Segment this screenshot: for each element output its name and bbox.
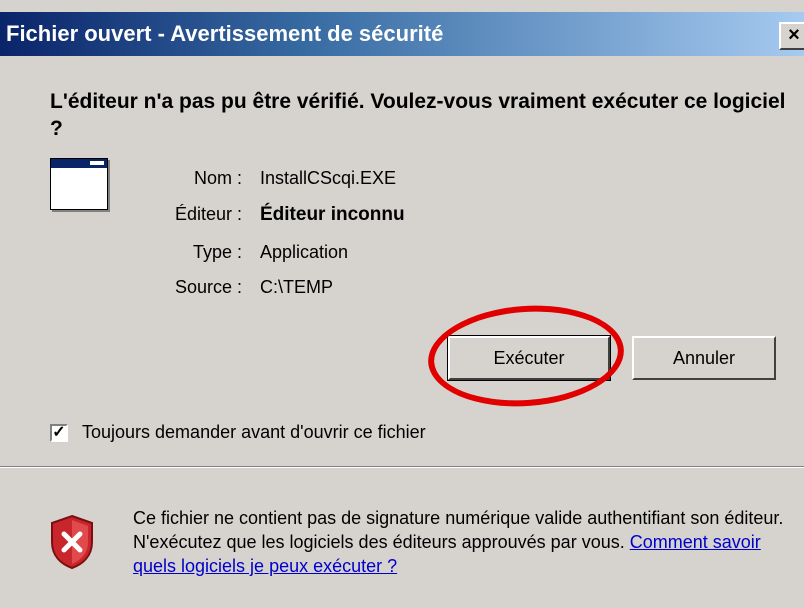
source-label: Source : bbox=[174, 277, 242, 297]
run-button[interactable]: Exécuter bbox=[447, 335, 611, 381]
type-value: Application bbox=[260, 242, 349, 262]
publisher-value: Éditeur inconnu bbox=[260, 204, 405, 225]
publisher-label: Éditeur : bbox=[174, 204, 242, 224]
publisher-row: Éditeur : Éditeur inconnu bbox=[0, 204, 460, 232]
type-label: Type : bbox=[192, 242, 242, 262]
cancel-button[interactable]: Annuler bbox=[632, 336, 776, 380]
title-bar: Fichier ouvert - Avertissement de sécuri… bbox=[0, 12, 804, 56]
warning-heading: L'éditeur n'a pas pu être vérifié. Voule… bbox=[50, 90, 786, 140]
divider bbox=[0, 466, 804, 468]
file-name-row: Nom : InstallCScqi.EXE bbox=[0, 168, 460, 196]
always-ask-checkbox[interactable]: ✓ bbox=[50, 424, 68, 442]
source-row: Source : C:\TEMP bbox=[0, 277, 460, 305]
signature-warning-text: Ce fichier ne contient pas de signature … bbox=[133, 506, 793, 578]
close-button[interactable]: × bbox=[779, 22, 804, 50]
file-name-label: Nom : bbox=[193, 168, 242, 188]
source-value: C:\TEMP bbox=[260, 277, 334, 297]
window-title: Fichier ouvert - Avertissement de sécuri… bbox=[6, 21, 444, 46]
always-ask-label: Toujours demander avant d'ouvrir ce fich… bbox=[82, 422, 426, 442]
security-warning-dialog: Fichier ouvert - Avertissement de sécuri… bbox=[0, 0, 804, 608]
file-name-value: InstallCScqi.EXE bbox=[260, 168, 397, 188]
shield-warning-icon bbox=[51, 514, 93, 570]
close-icon: × bbox=[788, 24, 800, 46]
type-row: Type : Application bbox=[0, 242, 460, 270]
